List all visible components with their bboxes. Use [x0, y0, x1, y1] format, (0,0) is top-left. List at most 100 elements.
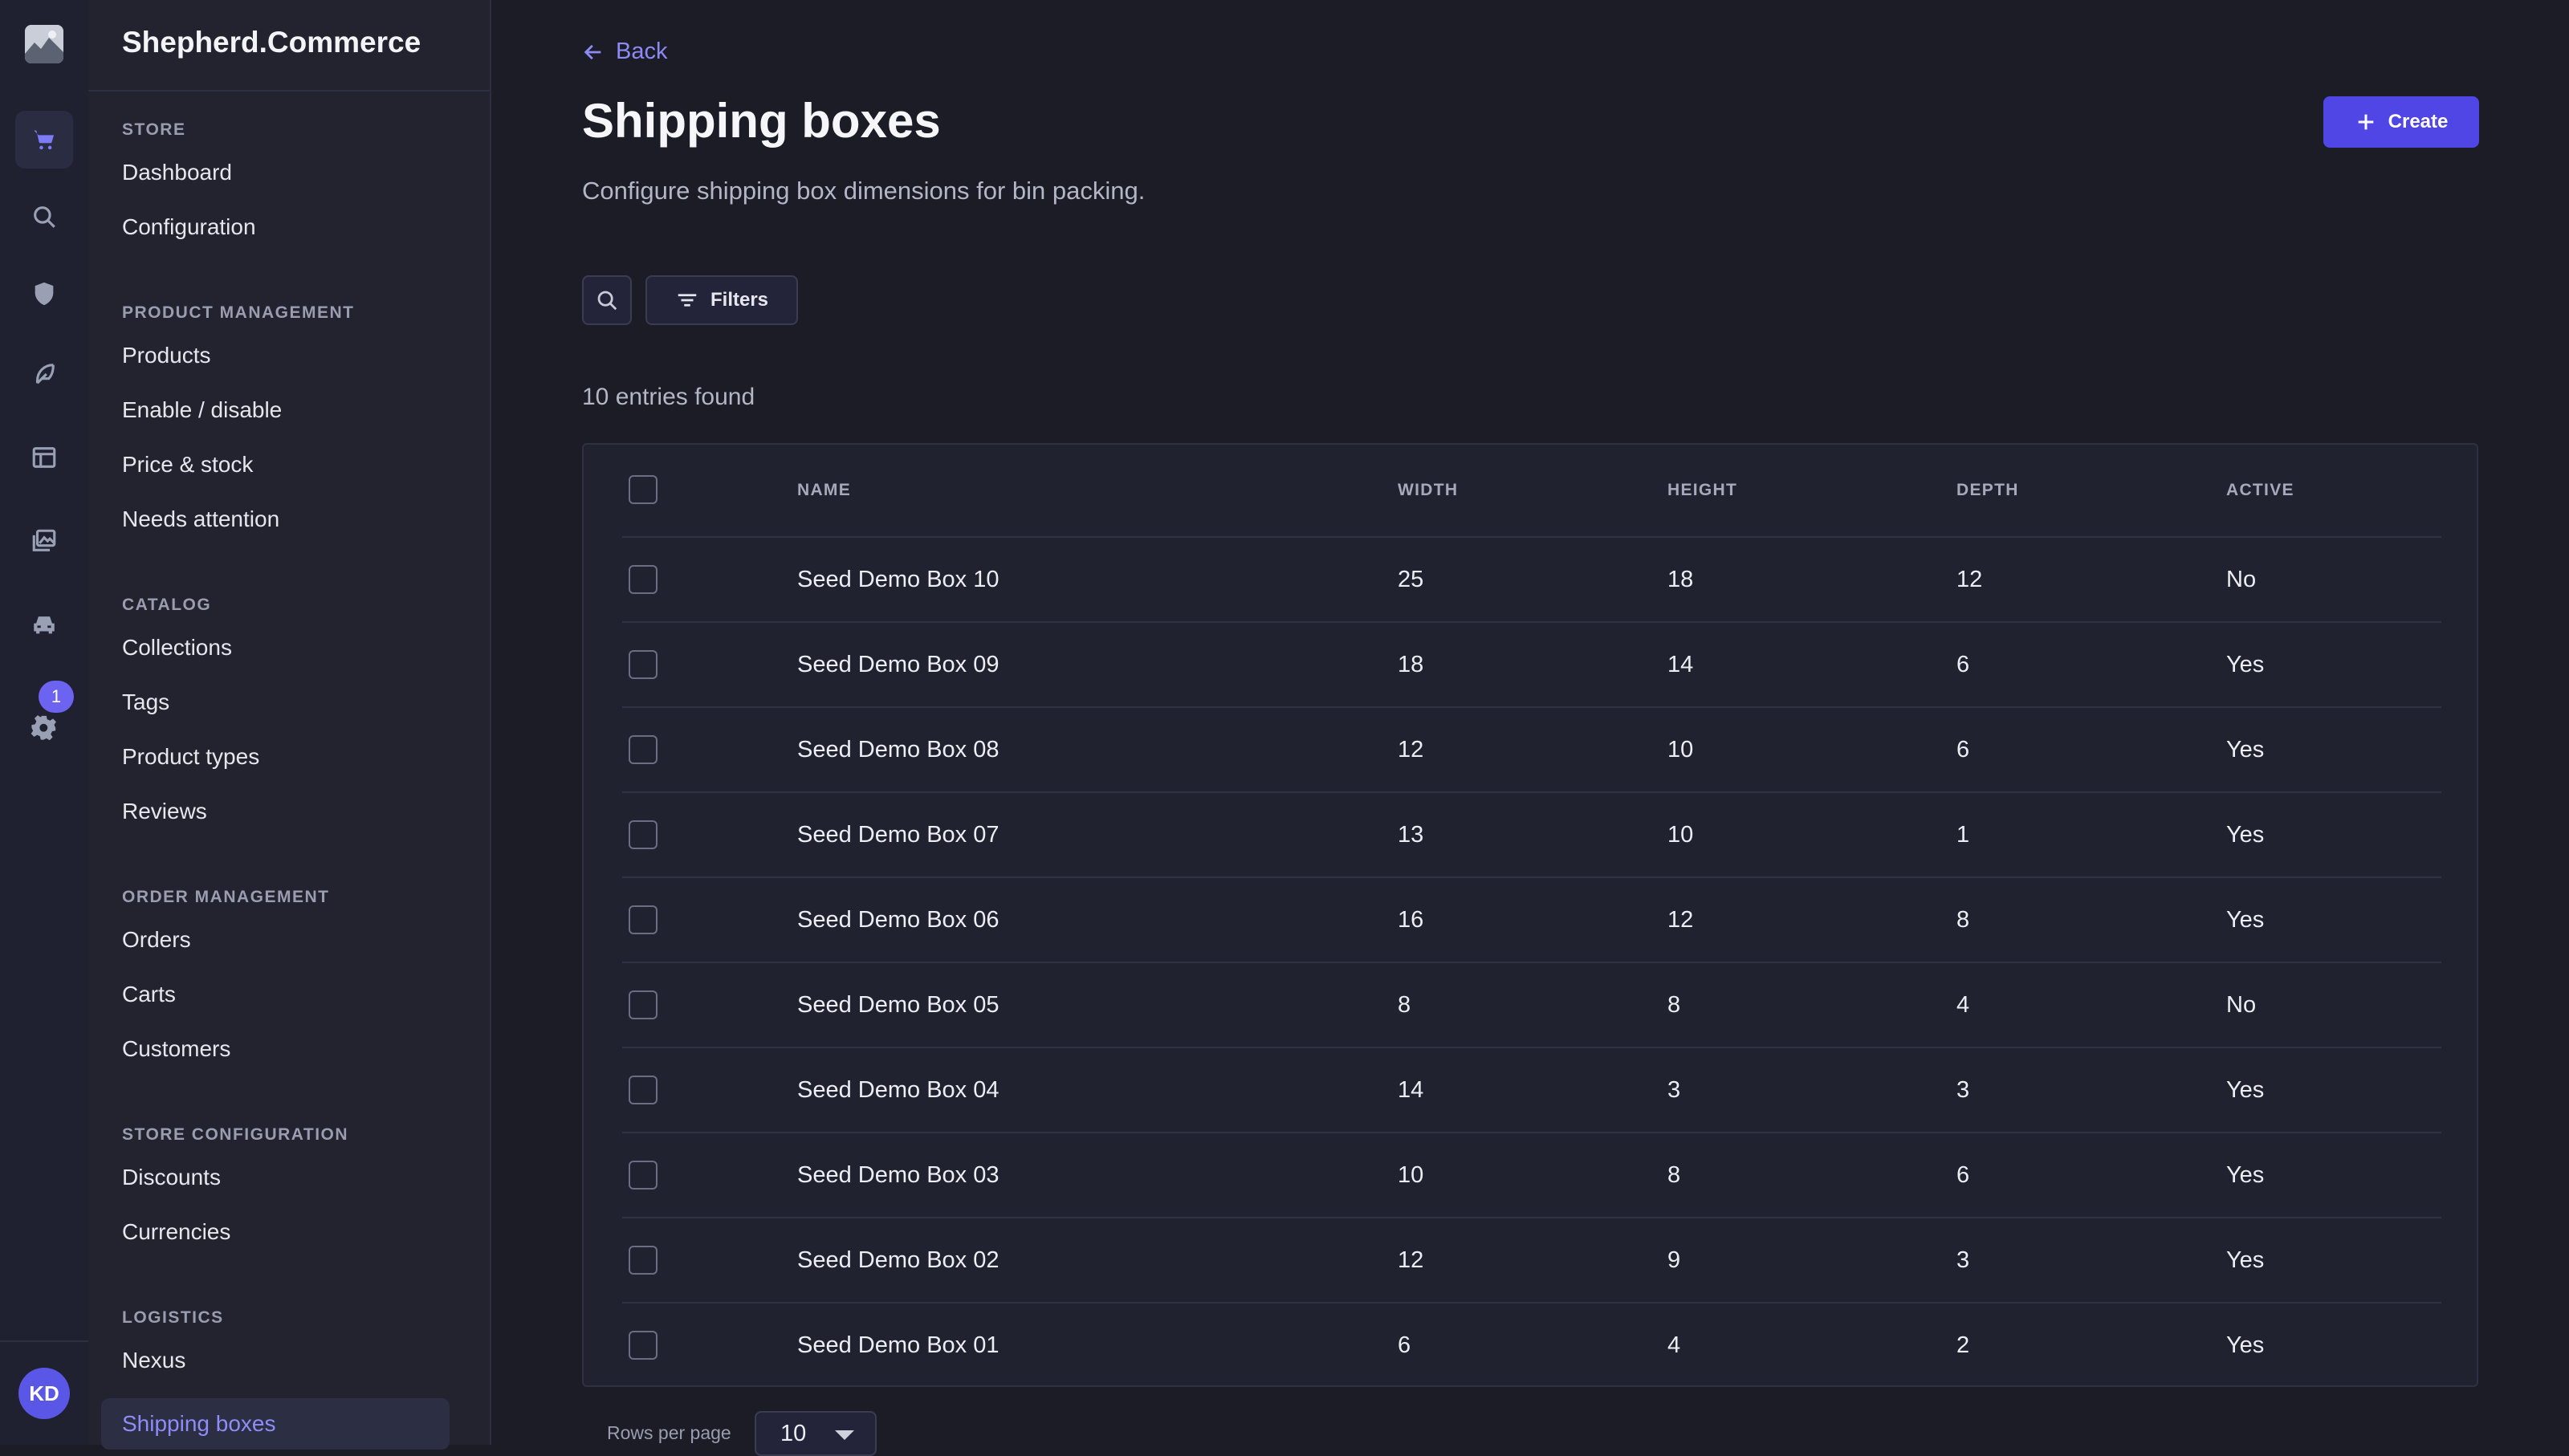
cell-depth: 1 [1956, 822, 1970, 848]
cell-width: 18 [1398, 652, 1424, 677]
cell-width: 6 [1398, 1332, 1411, 1358]
search-icon[interactable] [15, 188, 73, 246]
select-all-checkbox[interactable] [629, 475, 658, 504]
sidebar-item-price-stock[interactable]: Price & stock [122, 437, 355, 492]
cell-name: Seed Demo Box 02 [797, 1247, 1000, 1273]
nav-heading: STORE CONFIGURATION [122, 1125, 349, 1144]
create-label: Create [2388, 111, 2449, 132]
car-icon[interactable] [15, 596, 73, 653]
cell-name: Seed Demo Box 04 [797, 1077, 1000, 1103]
sidebar-item-product-types[interactable]: Product types [122, 730, 259, 784]
sidebar-divider [88, 90, 490, 92]
cell-active: Yes [2226, 1332, 2265, 1358]
rows-per-page-select[interactable]: 10 [755, 1411, 877, 1456]
sidebar-item-tags[interactable]: Tags [122, 675, 259, 730]
row-checkbox[interactable] [629, 1076, 658, 1104]
search-button[interactable] [582, 275, 632, 325]
cell-width: 12 [1398, 737, 1424, 763]
sidebar-item-nexus[interactable]: Nexus [122, 1333, 224, 1388]
sidebar: Shepherd.Commerce STORE Dashboard Config… [88, 0, 491, 1450]
cell-height: 3 [1667, 1077, 1681, 1103]
cell-name: Seed Demo Box 03 [797, 1162, 1000, 1188]
sidebar-item-carts[interactable]: Carts [122, 967, 330, 1022]
cell-depth: 12 [1956, 567, 1983, 592]
table-row[interactable]: Seed Demo Box 08 12 10 6 Yes [622, 708, 2441, 793]
cell-active: Yes [2226, 1077, 2265, 1103]
sidebar-item-enable-disable[interactable]: Enable / disable [122, 383, 355, 437]
plus-icon [2358, 114, 2373, 130]
row-checkbox[interactable] [629, 650, 658, 679]
column-header-name[interactable]: NAME [797, 445, 851, 536]
arrow-left-icon [584, 44, 601, 59]
sidebar-item-products[interactable]: Products [122, 328, 355, 383]
sidebar-item-currencies[interactable]: Currencies [122, 1205, 348, 1259]
table-row[interactable]: Seed Demo Box 04 14 3 3 Yes [622, 1048, 2441, 1133]
cell-name: Seed Demo Box 01 [797, 1332, 1000, 1358]
nav-group-logistics: LOGISTICS Nexus [122, 1303, 224, 1388]
sidebar-item-discounts[interactable]: Discounts [122, 1150, 348, 1205]
row-checkbox[interactable] [629, 820, 658, 849]
nav-heading: STORE [122, 120, 186, 139]
cell-active: Yes [2226, 1162, 2265, 1188]
cell-name: Seed Demo Box 10 [797, 567, 1000, 592]
filters-button[interactable]: Filters [645, 275, 798, 325]
shipping-boxes-table: NAME WIDTH HEIGHT DEPTH ACTIVE Seed Demo… [582, 443, 2478, 1387]
sidebar-item-configuration[interactable]: Configuration [122, 200, 256, 254]
cell-name: Seed Demo Box 07 [797, 822, 1000, 848]
table-row[interactable]: Seed Demo Box 03 10 8 6 Yes [622, 1133, 2441, 1218]
cell-height: 12 [1667, 907, 1694, 933]
cell-name: Seed Demo Box 09 [797, 652, 1000, 677]
row-checkbox[interactable] [629, 565, 658, 594]
sidebar-item-customers[interactable]: Customers [122, 1022, 330, 1076]
column-header-height[interactable]: HEIGHT [1667, 445, 1737, 536]
feather-icon[interactable] [15, 345, 73, 403]
sidebar-item-collections[interactable]: Collections [122, 620, 259, 675]
table-row[interactable]: Seed Demo Box 07 13 10 1 Yes [622, 793, 2441, 878]
table-row[interactable]: Seed Demo Box 10 25 18 12 No [622, 538, 2441, 623]
row-checkbox[interactable] [629, 1246, 658, 1275]
row-checkbox[interactable] [629, 735, 658, 764]
create-button[interactable]: Create [2323, 96, 2479, 148]
column-header-depth[interactable]: DEPTH [1956, 445, 2019, 536]
row-checkbox[interactable] [629, 990, 658, 1019]
table-row[interactable]: Seed Demo Box 06 16 12 8 Yes [622, 878, 2441, 963]
back-link[interactable]: Back [582, 39, 667, 65]
nav-group-order-management: ORDER MANAGEMENT Orders Carts Customers [122, 882, 330, 1076]
avatar[interactable]: KD [18, 1368, 70, 1419]
back-label: Back [616, 39, 668, 64]
cell-depth: 8 [1956, 907, 1970, 933]
cell-depth: 6 [1956, 737, 1970, 763]
table-row[interactable]: Seed Demo Box 05 8 8 4 No [622, 963, 2441, 1048]
sidebar-item-orders[interactable]: Orders [122, 913, 330, 967]
sidebar-item-shipping-boxes[interactable]: Shipping boxes [101, 1398, 450, 1450]
row-checkbox[interactable] [629, 905, 658, 934]
cell-active: No [2226, 992, 2257, 1018]
cart-icon[interactable] [15, 111, 73, 169]
cell-width: 10 [1398, 1162, 1424, 1188]
table-row[interactable]: Seed Demo Box 01 6 4 2 Yes [622, 1303, 2441, 1387]
main-content: Back Shipping boxes Configure shipping b… [491, 0, 2569, 1456]
sidebar-item-reviews[interactable]: Reviews [122, 784, 259, 839]
images-icon[interactable] [15, 512, 73, 570]
row-checkbox[interactable] [629, 1161, 658, 1190]
column-header-active[interactable]: ACTIVE [2226, 445, 2294, 536]
cell-name: Seed Demo Box 08 [797, 737, 1000, 763]
table-row[interactable]: Seed Demo Box 09 18 14 6 Yes [622, 623, 2441, 708]
cell-height: 10 [1667, 822, 1694, 848]
cell-width: 13 [1398, 822, 1424, 848]
shield-icon[interactable] [15, 265, 73, 323]
store-logo-icon[interactable] [25, 25, 63, 63]
search-icon [597, 291, 617, 311]
nav-group-store-configuration: STORE CONFIGURATION Discounts Currencies [122, 1120, 348, 1259]
sidebar-item-needs-attention[interactable]: Needs attention [122, 492, 355, 547]
row-checkbox[interactable] [629, 1331, 658, 1360]
cell-width: 14 [1398, 1077, 1424, 1103]
entries-count: 10 entries found [582, 384, 755, 410]
cell-depth: 2 [1956, 1332, 1970, 1358]
table-row[interactable]: Seed Demo Box 02 12 9 3 Yes [622, 1218, 2441, 1303]
cell-height: 14 [1667, 652, 1694, 677]
nav-group-catalog: CATALOG Collections Tags Product types R… [122, 590, 259, 839]
column-header-width[interactable]: WIDTH [1398, 445, 1458, 536]
layout-icon[interactable] [15, 429, 73, 486]
sidebar-item-dashboard[interactable]: Dashboard [122, 145, 256, 200]
